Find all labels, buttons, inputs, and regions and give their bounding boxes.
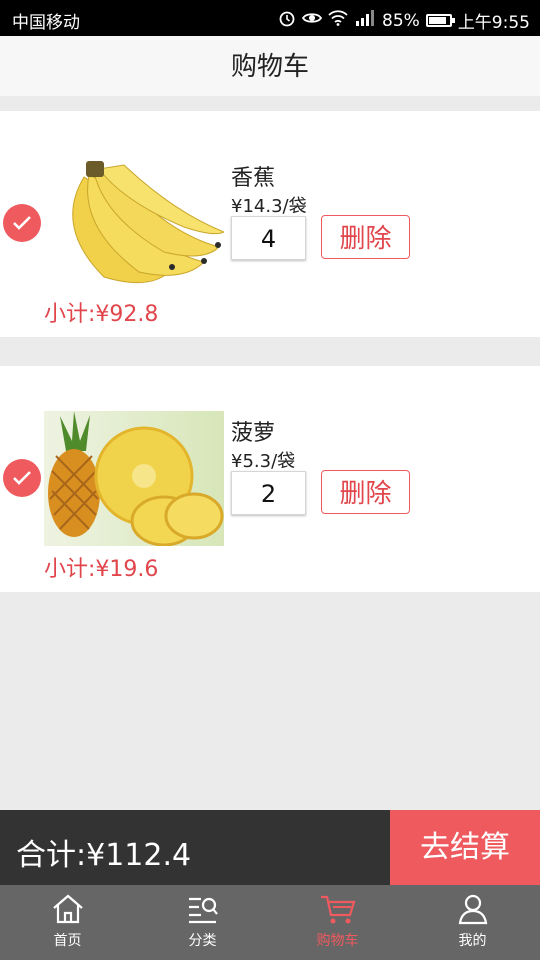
cart-item: 菠萝 ¥5.3/袋 2 删除 小计:¥19.6	[0, 366, 540, 592]
tab-bar: 首页 分类 购物车 我的	[0, 885, 540, 960]
tab-label: 分类	[188, 933, 217, 949]
signal-icon	[354, 10, 376, 31]
tab-profile[interactable]: 我的	[405, 885, 540, 960]
battery-icon	[425, 14, 455, 27]
wifi-icon	[328, 10, 348, 31]
carrier-label: 中国移动	[12, 13, 80, 33]
tab-category[interactable]: 分类	[135, 885, 270, 960]
total-bar: 合计:¥112.4 去结算	[0, 810, 540, 885]
home-icon	[52, 894, 83, 924]
select-checkbox[interactable]	[3, 204, 41, 242]
banana-image	[44, 157, 224, 292]
quantity-field[interactable]: 2	[231, 471, 306, 515]
item-name: 香蕉	[231, 166, 276, 191]
status-bar: 中国移动 85% 上午9:55	[0, 0, 540, 36]
delete-button[interactable]: 删除	[321, 215, 410, 259]
item-subtotal: 小计:¥19.6	[44, 557, 159, 582]
item-price: ¥14.3/袋	[231, 196, 307, 217]
tab-label: 购物车	[316, 933, 359, 949]
checkout-button[interactable]: 去结算	[390, 810, 540, 885]
tab-cart[interactable]: 购物车	[270, 885, 405, 960]
page-title: 购物车	[0, 36, 540, 96]
cart-icon	[320, 895, 355, 924]
status-icons: 85% 上午9:55	[278, 8, 530, 33]
battery-percent: 85%	[382, 10, 420, 31]
item-name: 菠萝	[231, 421, 276, 446]
check-icon	[13, 471, 31, 485]
delete-button[interactable]: 删除	[321, 470, 410, 514]
cart-item: 香蕉 ¥14.3/袋 4 删除 小计:¥92.8	[0, 111, 540, 337]
alarm-icon	[278, 9, 296, 32]
tab-label: 我的	[458, 933, 487, 949]
quantity-field[interactable]: 4	[231, 216, 306, 260]
tab-label: 首页	[53, 933, 82, 949]
item-subtotal: 小计:¥92.8	[44, 302, 159, 327]
pineapple-image	[44, 411, 224, 546]
user-icon	[458, 894, 487, 925]
total-amount: 合计:¥112.4	[16, 838, 192, 873]
check-icon	[13, 216, 31, 230]
category-icon	[188, 897, 218, 924]
item-price: ¥5.3/袋	[231, 451, 296, 472]
select-checkbox[interactable]	[3, 459, 41, 497]
eye-icon	[301, 10, 323, 31]
tab-home[interactable]: 首页	[0, 885, 135, 960]
clock: 上午9:55	[457, 13, 530, 33]
